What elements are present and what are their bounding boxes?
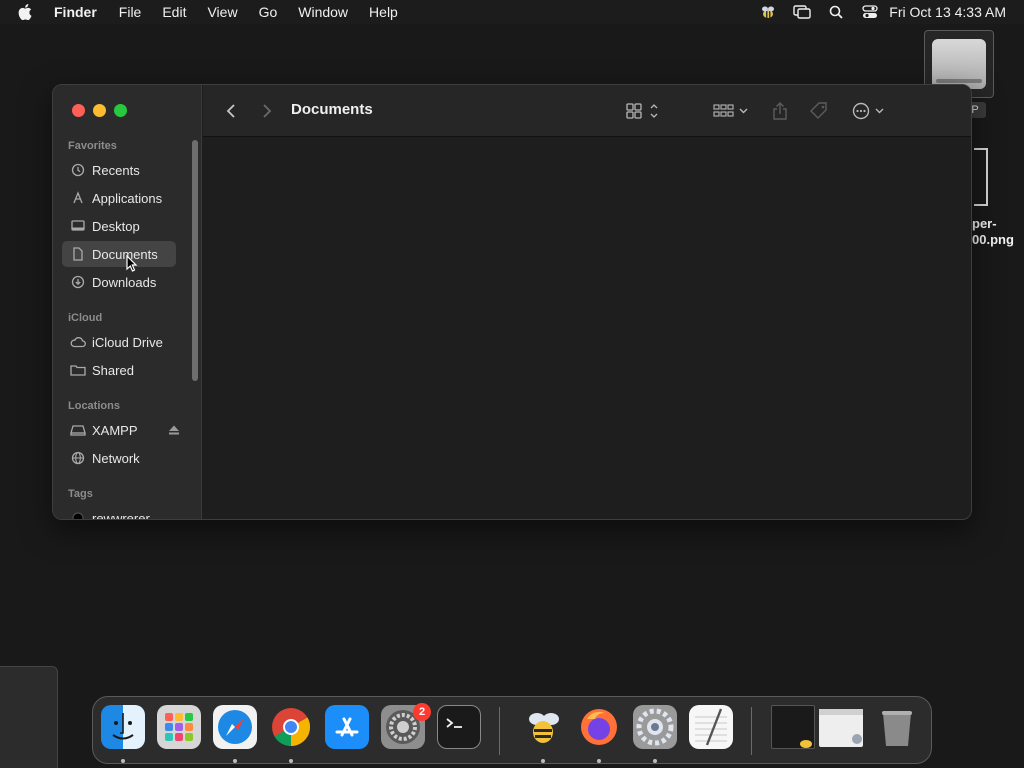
sidebar-item-label: XAMPP xyxy=(92,422,138,438)
group-by-button[interactable] xyxy=(711,99,751,123)
dock-safari-icon[interactable] xyxy=(213,705,257,749)
sidebar-item-recents[interactable]: Recents xyxy=(62,157,176,183)
dock-separator xyxy=(499,707,500,755)
sidebar-scrollbar[interactable] xyxy=(192,140,198,381)
window-title: Documents xyxy=(291,101,373,118)
screen-mirroring-icon[interactable] xyxy=(793,4,811,20)
desktop-file-label-line2: 00.png xyxy=(972,232,1014,247)
finder-content-area[interactable]: Documents xyxy=(203,85,971,519)
desktop-icon xyxy=(70,218,86,234)
globe-icon xyxy=(70,450,86,466)
sidebar-item-label: Documents xyxy=(92,246,158,262)
desktop-file-icon[interactable] xyxy=(974,148,988,206)
section-title-icloud: iCloud xyxy=(68,312,103,324)
minimize-button[interactable] xyxy=(93,104,106,117)
sidebar-item-documents[interactable]: Documents xyxy=(62,241,176,267)
sidebar-item-label: Recents xyxy=(92,162,140,178)
dock-running-indicator xyxy=(541,759,545,763)
section-title-tags: Tags xyxy=(68,488,93,500)
sidebar-item-tag-rewwrerer[interactable]: rewwrerer xyxy=(62,505,176,520)
dock-system-settings-icon[interactable] xyxy=(633,705,677,749)
control-center-icon[interactable] xyxy=(861,4,879,20)
dock: 2 xyxy=(92,696,932,764)
sidebar-item-xampp[interactable]: XAMPP xyxy=(62,417,179,443)
menu-window[interactable]: Window xyxy=(298,4,348,20)
document-icon xyxy=(70,246,86,262)
shared-folder-icon xyxy=(70,362,86,378)
dock-recent-window-icon[interactable] xyxy=(819,709,863,747)
menu-bar: Finder File Edit View Go Window Help Fri… xyxy=(0,0,1024,24)
cloud-icon xyxy=(70,334,86,350)
section-title-locations: Locations xyxy=(68,400,120,412)
dock-chrome-icon[interactable] xyxy=(269,705,313,749)
sidebar-item-applications[interactable]: Applications xyxy=(62,185,176,211)
system-preferences-badge: 2 xyxy=(413,703,431,721)
clock-icon xyxy=(70,162,86,178)
dock-finder-icon[interactable] xyxy=(101,705,145,749)
sidebar-item-label: rewwrerer xyxy=(92,510,150,520)
download-icon xyxy=(70,274,86,290)
close-button[interactable] xyxy=(72,104,85,117)
view-mode-button[interactable] xyxy=(623,99,663,123)
menu-go[interactable]: Go xyxy=(259,4,278,20)
finder-sidebar: Favorites Recents Applications Desktop D… xyxy=(53,85,202,520)
apple-menu-icon[interactable] xyxy=(18,4,38,20)
menu-view[interactable]: View xyxy=(207,4,237,20)
dock-running-indicator xyxy=(233,759,237,763)
sidebar-item-icloud-drive[interactable]: iCloud Drive xyxy=(62,329,176,355)
sidebar-item-label: Shared xyxy=(92,362,134,378)
tag-icon[interactable] xyxy=(807,99,831,123)
dock-separator xyxy=(751,707,752,755)
spotlight-search-icon[interactable] xyxy=(827,4,845,20)
sidebar-item-label: Network xyxy=(92,450,140,466)
finder-window: Favorites Recents Applications Desktop D… xyxy=(52,84,972,520)
dock-app-store-icon[interactable] xyxy=(325,705,369,749)
sidebar-item-downloads[interactable]: Downloads xyxy=(62,269,176,295)
sidebar-item-label: Applications xyxy=(92,190,163,206)
sidebar-item-desktop[interactable]: Desktop xyxy=(62,213,176,239)
dock-terminal-icon[interactable] xyxy=(437,705,481,749)
dock-running-indicator xyxy=(289,759,293,763)
menu-help[interactable]: Help xyxy=(369,4,398,20)
sidebar-item-label: Desktop xyxy=(92,218,140,234)
finder-toolbar: Documents xyxy=(203,85,971,137)
dock-running-indicator xyxy=(597,759,601,763)
dock-firefox-icon[interactable] xyxy=(577,705,621,749)
sidebar-item-shared[interactable]: Shared xyxy=(62,357,176,383)
sidebar-item-network[interactable]: Network xyxy=(62,445,176,471)
background-window[interactable] xyxy=(0,666,58,768)
menu-app-finder[interactable]: Finder xyxy=(54,4,97,20)
sidebar-item-label: Downloads xyxy=(92,274,157,290)
eject-icon[interactable] xyxy=(168,423,180,438)
more-actions-button[interactable] xyxy=(849,99,889,123)
bee-icon[interactable] xyxy=(759,4,777,20)
mouse-cursor-icon xyxy=(126,254,138,278)
applications-icon xyxy=(70,190,86,206)
dock-running-indicator xyxy=(653,759,657,763)
section-title-favorites: Favorites xyxy=(68,140,117,152)
share-icon[interactable] xyxy=(769,99,791,123)
menu-file[interactable]: File xyxy=(119,4,142,20)
dock-launchpad-icon[interactable] xyxy=(157,705,201,749)
zoom-button[interactable] xyxy=(114,104,127,117)
drive-icon xyxy=(70,422,86,438)
desktop-file-label-line1: per- xyxy=(972,216,997,231)
menu-clock[interactable]: Fri Oct 13 4:33 AM xyxy=(889,4,1006,20)
menu-edit[interactable]: Edit xyxy=(162,4,186,20)
desktop-file-label[interactable]: per- 00.png xyxy=(972,216,1024,248)
forward-button[interactable] xyxy=(257,99,277,123)
dock-textedit-icon[interactable] xyxy=(689,705,733,749)
dock-running-indicator xyxy=(121,759,125,763)
window-controls xyxy=(72,104,127,117)
dock-recent-screenshot-icon[interactable] xyxy=(771,705,815,749)
dock-bee-app-icon[interactable] xyxy=(521,705,565,749)
dock-trash-icon[interactable] xyxy=(875,705,919,749)
tag-color-dot-icon xyxy=(70,510,86,519)
back-button[interactable] xyxy=(221,99,241,123)
sidebar-item-label: iCloud Drive xyxy=(92,334,163,350)
